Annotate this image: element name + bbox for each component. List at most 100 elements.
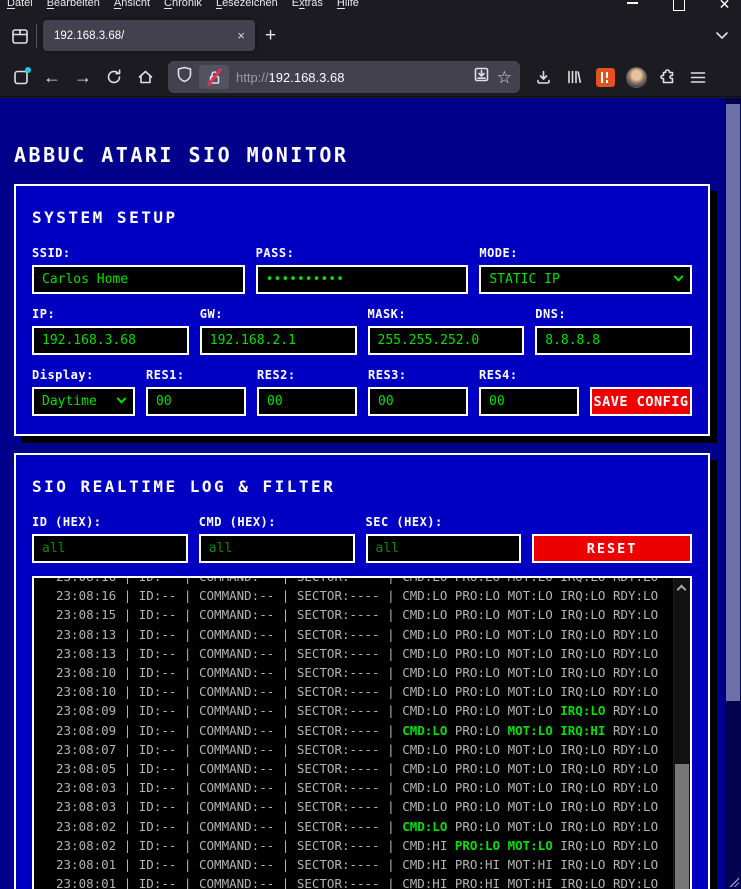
display-label: Display: — [32, 368, 94, 382]
dns-label: DNS: — [535, 307, 567, 321]
page-scrollbar-thumb[interactable] — [726, 104, 740, 701]
address-bar[interactable]: http://192.168.3.68 ☆ — [168, 61, 520, 93]
menu-extras[interactable]: Extras — [285, 0, 330, 11]
log-row: 23:08:10 | ID:-- | COMMAND:-- | SECTOR:-… — [56, 665, 659, 681]
menu-bearbeiten[interactable]: Bearbeiten — [40, 0, 107, 11]
extension-orange-icon[interactable] — [591, 63, 619, 91]
menu-bar: Datei Bearbeiten Ansicht Chronik Lesezeichen… — [0, 0, 741, 13]
page-scrollbar[interactable] — [725, 98, 741, 889]
display-select[interactable]: Daytime — [32, 387, 135, 416]
hamburger-menu-icon[interactable] — [684, 63, 712, 91]
ip-field: IP: 192.168.3.68 — [32, 307, 189, 355]
filter-sec-input[interactable]: all — [365, 534, 522, 563]
extensions-puzzle-icon[interactable] — [653, 63, 681, 91]
new-tab-button[interactable]: + — [255, 25, 286, 47]
tab-bar: 192.168.3.68/ × + — [0, 13, 741, 58]
log-scrollbar[interactable] — [673, 578, 690, 889]
shield-icon[interactable] — [177, 66, 192, 88]
sio-log-heading: SIO REALTIME LOG & FILTER — [32, 477, 336, 496]
ssid-input[interactable]: Carlos Home — [32, 265, 245, 294]
tab-active[interactable]: 192.168.3.68/ × — [43, 20, 255, 51]
filter-id-label: ID (HEX): — [32, 515, 102, 529]
log-rows: 23:08:16 | ID:-- | COMMAND:-- | SECTOR:-… — [34, 576, 690, 889]
profile-avatar[interactable] — [622, 63, 650, 91]
log-row: 23:08:02 | ID:-- | COMMAND:-- | SECTOR:-… — [56, 837, 659, 853]
log-row: 23:08:13 | ID:-- | COMMAND:-- | SECTOR:-… — [56, 626, 659, 642]
tab-title: 192.168.3.68/ — [54, 29, 125, 42]
gw-field: GW: 192.168.2.1 — [199, 307, 357, 355]
res2-input[interactable]: 00 — [257, 387, 357, 416]
downloads-icon[interactable] — [529, 63, 557, 91]
nav-toolbar: ← → http://192.168.3.68 ☆ — [0, 58, 741, 97]
display-field: Display: Daytime — [32, 368, 135, 416]
res1-field: RES1: 00 — [146, 368, 246, 416]
log-row: 23:08:16 | ID:-- | COMMAND:-- | SECTOR:-… — [56, 588, 659, 604]
save-config-button[interactable]: SAVE CONFIG — [590, 387, 692, 416]
firefox-view-icon[interactable] — [7, 63, 35, 91]
log-scrollbar-thumb[interactable] — [675, 764, 689, 889]
gw-input[interactable]: 192.168.2.1 — [199, 326, 357, 355]
tab-separator — [36, 23, 37, 48]
mode-selected-value: STATIC IP — [489, 272, 560, 287]
tab-close-icon[interactable]: × — [235, 28, 247, 43]
dns-field: DNS: 8.8.8.8 — [535, 307, 692, 355]
maximize-button[interactable] — [672, 0, 685, 10]
gw-label: GW: — [199, 307, 223, 321]
url-scheme: http:// — [236, 69, 269, 85]
pass-input[interactable]: •••••••••• — [255, 265, 469, 294]
menu-lesezeichen[interactable]: Lesezeichen — [209, 0, 285, 11]
log-row: 23:08:03 | ID:-- | COMMAND:-- | SECTOR:-… — [56, 799, 659, 815]
setup-row-1: SSID: Carlos Home PASS: •••••••••• MODE:… — [32, 246, 693, 294]
page-content: ABBUC ATARI SIO MONITOR SYSTEM SETUP SSI… — [0, 98, 725, 889]
chevron-down-icon[interactable] — [715, 27, 729, 45]
log-box: 23:08:16 | ID:-- | COMMAND:-- | SECTOR:-… — [32, 576, 692, 889]
res2-label: RES2: — [257, 368, 296, 382]
save-page-icon[interactable] — [473, 66, 490, 88]
res3-field: RES3: 00 — [368, 368, 468, 416]
filter-cmd-input[interactable]: all — [198, 534, 355, 563]
url-text[interactable]: http://192.168.3.68 — [236, 70, 466, 85]
log-row: 23:08:05 | ID:-- | COMMAND:-- | SECTOR:-… — [56, 761, 659, 777]
bookmark-star-icon[interactable]: ☆ — [497, 69, 512, 86]
mode-select[interactable]: STATIC IP — [479, 265, 693, 294]
minimize-button[interactable] — [626, 0, 639, 10]
home-button[interactable] — [131, 63, 159, 91]
filter-row: ID (HEX): all CMD (HEX): all SEC (HEX): … — [32, 515, 692, 563]
dns-input[interactable]: 8.8.8.8 — [535, 326, 692, 355]
menu-datei[interactable]: Datei — [0, 0, 40, 11]
insecure-lock-icon[interactable] — [199, 65, 229, 89]
library-icon[interactable] — [560, 63, 588, 91]
filter-id-input[interactable]: all — [32, 534, 188, 563]
log-row: 23:08:10 | ID:-- | COMMAND:-- | SECTOR:-… — [56, 684, 659, 700]
back-button[interactable]: ← — [38, 63, 66, 91]
ip-input[interactable]: 192.168.3.68 — [32, 326, 189, 355]
log-row: 23:08:09 | ID:-- | COMMAND:-- | SECTOR:-… — [56, 722, 659, 738]
log-row: 23:08:09 | ID:-- | COMMAND:-- | SECTOR:-… — [56, 703, 659, 719]
res1-input[interactable]: 00 — [146, 387, 246, 416]
log-row: 23:08:03 | ID:-- | COMMAND:-- | SECTOR:-… — [56, 780, 659, 796]
window-controls: ✕ — [626, 0, 731, 11]
close-window-button[interactable]: ✕ — [718, 0, 731, 11]
log-row: 23:08:16 | ID:-- | COMMAND:-- | SECTOR:-… — [56, 576, 659, 584]
reset-button[interactable]: RESET — [532, 534, 692, 563]
resize-grip-icon[interactable] — [728, 876, 739, 887]
forward-button[interactable]: → — [69, 63, 97, 91]
ssid-field: SSID: Carlos Home — [32, 246, 245, 294]
menu-ansicht[interactable]: Ansicht — [107, 0, 157, 11]
res3-input[interactable]: 00 — [368, 387, 468, 416]
reload-button[interactable] — [100, 63, 128, 91]
scroll-up-arrow-icon[interactable] — [676, 584, 687, 595]
res4-field: RES4: 00 — [479, 368, 579, 416]
browser-window: Datei Bearbeiten Ansicht Chronik Lesezeichen… — [0, 0, 741, 889]
archive-box-icon[interactable] — [10, 26, 30, 46]
res4-input[interactable]: 00 — [479, 387, 579, 416]
filter-cmd-field: CMD (HEX): all — [198, 515, 355, 563]
chevron-down-icon — [116, 393, 127, 404]
mask-input[interactable]: 255.255.252.0 — [367, 326, 525, 355]
menu-chronik[interactable]: Chronik — [157, 0, 209, 11]
menu-hilfe[interactable]: Hilfe — [330, 0, 366, 11]
log-row: 23:08:07 | ID:-- | COMMAND:-- | SECTOR:-… — [56, 741, 659, 757]
res3-label: RES3: — [368, 368, 407, 382]
res2-field: RES2: 00 — [257, 368, 357, 416]
log-row: 23:08:01 | ID:-- | COMMAND:-- | SECTOR:-… — [56, 876, 659, 889]
